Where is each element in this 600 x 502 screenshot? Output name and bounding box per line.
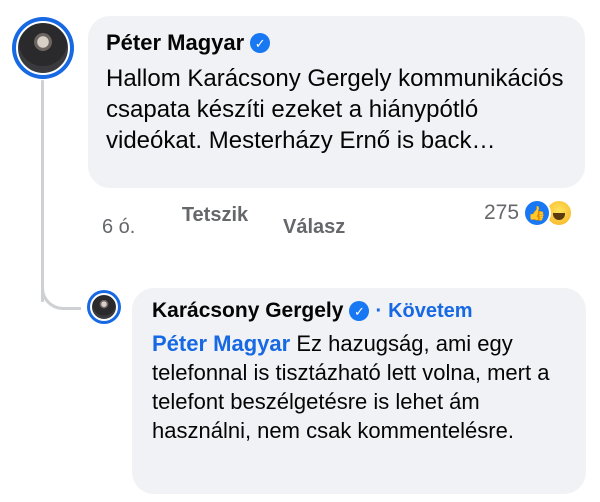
reply-avatar[interactable] (87, 290, 121, 324)
verified-badge-icon: ✓ (349, 301, 370, 321)
thread-line (41, 80, 44, 302)
comment-bubble: Péter Magyar ✓ Hallom Karácsony Gergely … (88, 16, 585, 188)
comment-author[interactable]: Péter Magyar (106, 30, 244, 56)
like-icon: 👍 (523, 199, 552, 227)
avatar[interactable] (12, 17, 74, 79)
mention-link[interactable]: Péter Magyar (152, 331, 290, 356)
reply-avatar-image (90, 293, 118, 321)
thread-connector (41, 270, 81, 310)
avatar-image (16, 21, 70, 75)
reply-author[interactable]: Karácsony Gergely (152, 299, 343, 323)
reply-text-block: Péter Magyar Ez hazugság, ami egy telefo… (152, 329, 566, 445)
comment-text: Hallom Karácsony Gergely kommunikációs c… (106, 65, 564, 154)
reply-button[interactable]: Válasz (283, 216, 345, 239)
like-button[interactable]: Tetszik (180, 201, 250, 229)
follow-separator: · (375, 299, 383, 322)
follow-button[interactable]: Követem (388, 300, 472, 323)
comment-timestamp[interactable]: 6 ó. (102, 216, 135, 239)
verified-badge-icon: ✓ (250, 33, 271, 53)
reaction-summary[interactable]: 275 👍 (484, 199, 574, 227)
reply-bubble: Karácsony Gergely ✓ · Követem Péter Magy… (132, 288, 586, 494)
reaction-count: 275 (484, 201, 520, 224)
